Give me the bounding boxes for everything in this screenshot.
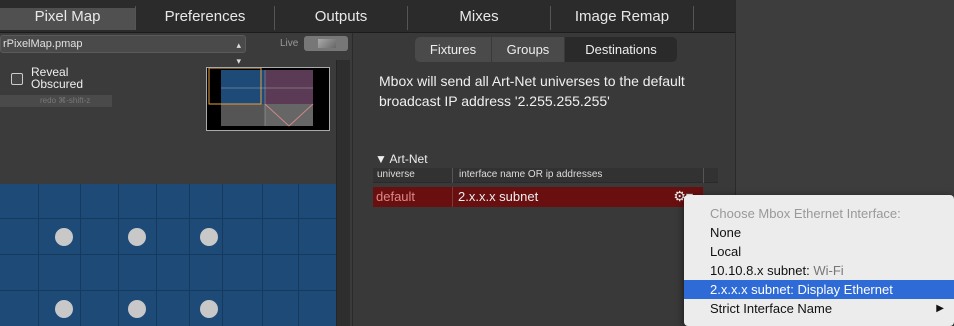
menu-item-label: 10.10.8.x subnet: xyxy=(710,263,810,278)
top-tab-bar: Pixel Map Preferences Outputs Mixes Imag… xyxy=(0,0,735,33)
subtab-fixtures[interactable]: Fixtures xyxy=(415,37,491,62)
tab-divider xyxy=(693,6,694,30)
pixel-map-file-select[interactable]: rPixelMap.pmap ▴ ▾ xyxy=(0,35,246,66)
tab-mixes[interactable]: Mixes xyxy=(408,8,550,30)
tab-outputs[interactable]: Outputs xyxy=(275,8,407,30)
menu-item-label: Strict Interface Name xyxy=(710,301,833,316)
tab-pixel-map[interactable]: Pixel Map xyxy=(0,8,135,30)
artnet-section-title[interactable]: ▼ Art-Net xyxy=(375,152,428,166)
redo-hint: redo ⌘-shift-z xyxy=(0,95,112,107)
reveal-obscured-label: Reveal Obscured xyxy=(31,65,84,91)
menu-item-label: None xyxy=(710,225,742,240)
tab-image-remap[interactable]: Image Remap xyxy=(551,8,693,30)
live-toggle[interactable] xyxy=(304,36,348,51)
menu-item-none[interactable]: None xyxy=(684,223,954,242)
pixel-dot[interactable] xyxy=(55,228,73,246)
live-label: Live xyxy=(280,38,299,49)
reveal-obscured-checkbox[interactable] xyxy=(11,73,23,85)
subtab-groups[interactable]: Groups xyxy=(492,37,564,62)
menu-item-sublabel: Display Ethernet xyxy=(793,282,893,297)
pixel-dot[interactable] xyxy=(55,300,73,318)
stepper-icon: ▴ ▾ xyxy=(236,40,241,66)
pixel-dot[interactable] xyxy=(128,228,146,246)
menu-item-display-ethernet[interactable]: 2.x.x.x subnet: Display Ethernet xyxy=(684,280,954,299)
menu-header: Choose Mbox Ethernet Interface: xyxy=(710,206,901,221)
menu-item-label: Local xyxy=(710,244,742,259)
pixel-dot[interactable] xyxy=(200,300,218,318)
tab-preferences[interactable]: Preferences xyxy=(136,8,274,30)
menu-item-label: 2.x.x.x subnet: xyxy=(710,282,794,297)
menu-item-sublabel: Wi-Fi xyxy=(809,263,844,278)
row-universe: default xyxy=(376,189,416,204)
vertical-scrollbar[interactable] xyxy=(336,60,350,326)
row-interface: 2.x.x.x subnet xyxy=(458,189,539,204)
pixel-dot[interactable] xyxy=(128,300,146,318)
preview-thumbnail xyxy=(208,67,314,127)
column-header-interface: interface name OR ip addresses xyxy=(459,169,603,180)
menu-item-wifi-subnet[interactable]: 10.10.8.x subnet: Wi-Fi xyxy=(684,261,954,280)
artnet-table-header: universe interface name OR ip addresses xyxy=(373,168,718,183)
file-name: rPixelMap.pmap xyxy=(3,38,83,50)
destinations-panel: Fixtures Groups Destinations Mbox will s… xyxy=(352,33,735,326)
menu-item-strict-interface-name[interactable]: Strict Interface Name ▶ xyxy=(684,299,954,318)
column-header-universe: universe xyxy=(377,169,415,180)
pixel-grid[interactable] xyxy=(0,184,336,326)
table-row[interactable]: default 2.x.x.x subnet ⚙▾ xyxy=(373,187,703,207)
pixel-dot[interactable] xyxy=(200,228,218,246)
pixel-map-preview[interactable] xyxy=(206,67,330,131)
submenu-arrow-icon: ▶ xyxy=(936,303,944,314)
subtab-destinations[interactable]: Destinations xyxy=(565,37,677,62)
broadcast-message: Mbox will send all Art-Net universes to … xyxy=(379,73,685,109)
menu-item-local[interactable]: Local xyxy=(684,242,954,261)
ethernet-interface-menu: Choose Mbox Ethernet Interface: None Loc… xyxy=(684,195,954,326)
